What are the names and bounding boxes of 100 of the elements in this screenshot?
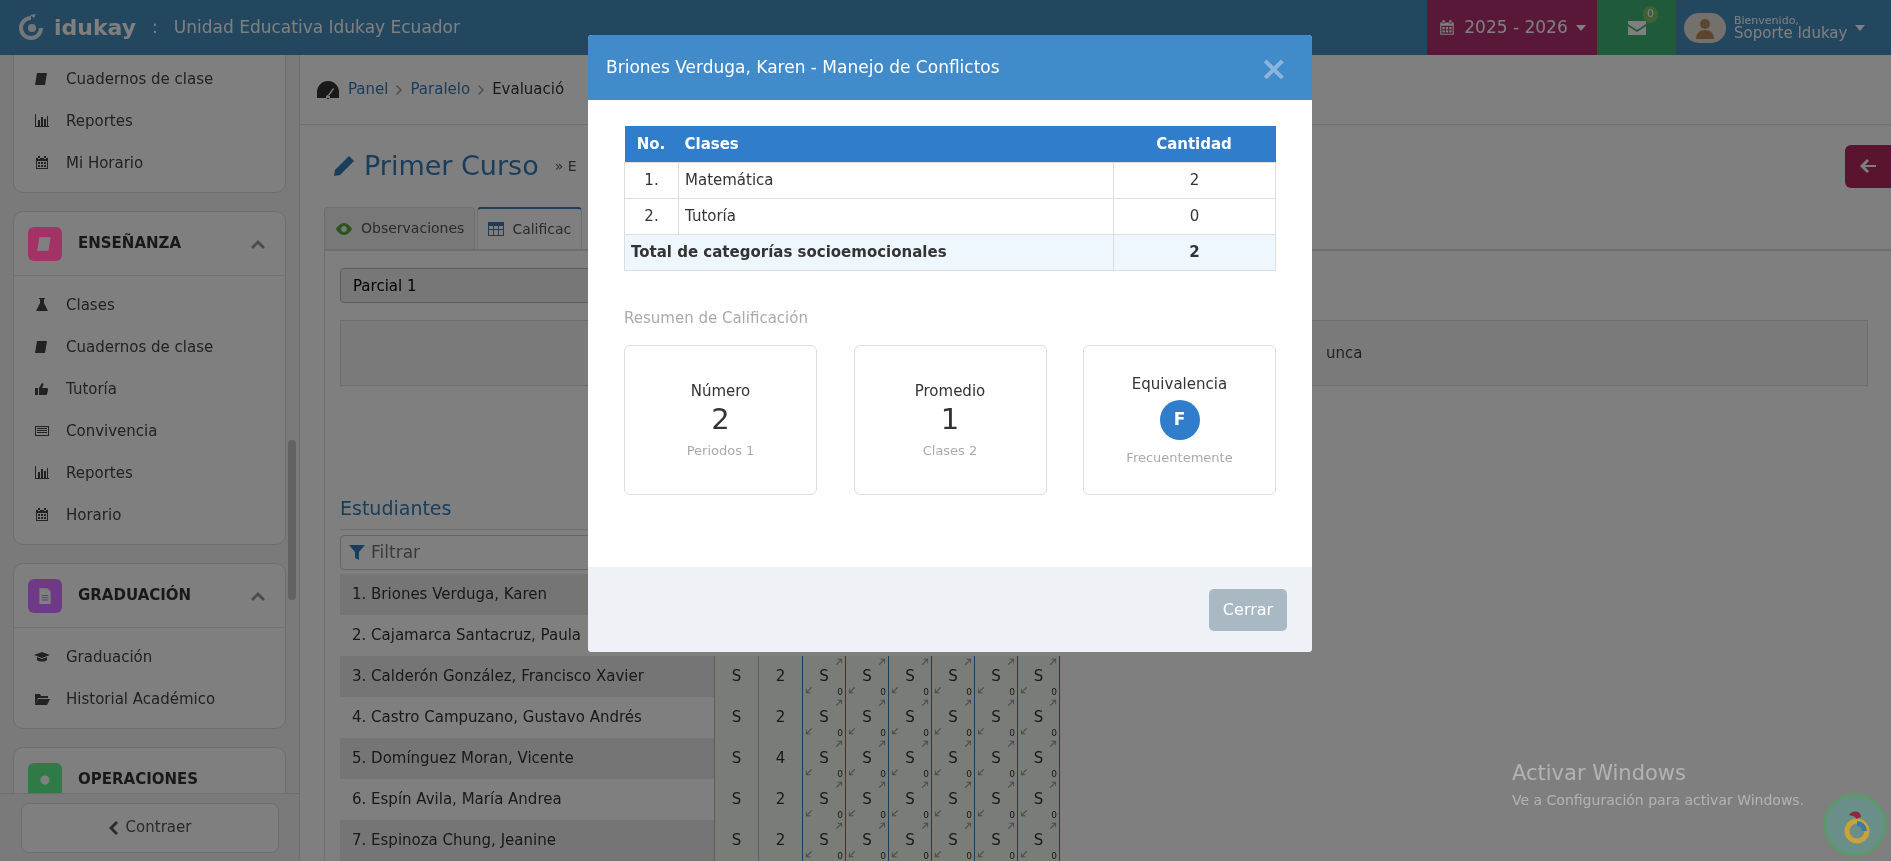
year-selector[interactable]: 2025 - 2026 (1427, 0, 1597, 55)
grade-count: 0 (1051, 810, 1058, 820)
grade-count: 0 (966, 728, 973, 738)
collapse-button[interactable]: Contraer (20, 802, 279, 853)
arrow-up-right-icon (1048, 656, 1057, 666)
arrow-up-right-icon (963, 779, 972, 789)
student-name[interactable]: 6. Espín Avila, María Andrea (340, 778, 714, 820)
student-name[interactable]: 4. Castro Campuzano, Gustavo Andrés (340, 696, 714, 738)
breadcrumb-link[interactable]: Panel (348, 78, 389, 101)
arrow-up-right-icon (920, 738, 929, 748)
sidebar-item[interactable]: Reportes (14, 100, 285, 142)
card-value: 1 (940, 402, 960, 437)
sidebar-item[interactable]: Graduación (14, 636, 285, 678)
sidebar-item[interactable]: Convivencia (14, 410, 285, 452)
grade-count: 0 (1009, 728, 1016, 738)
arrow-up-right-icon (963, 697, 972, 707)
grade-count: 0 (1009, 851, 1016, 861)
tab[interactable]: Observaciones (324, 207, 476, 249)
pencil-icon (332, 154, 356, 178)
arrow-up-right-icon (834, 656, 843, 666)
card-caption: Periodos 1 (686, 441, 755, 460)
grade-value: S (948, 709, 958, 725)
arrow-left-icon (1860, 159, 1876, 173)
grade-value: S (991, 668, 1001, 684)
card-caption: Frecuentemente (1126, 448, 1233, 467)
chevron-left-icon (107, 820, 118, 835)
page-title: Primer Curso (364, 148, 539, 183)
arrow-down-left-icon (934, 726, 943, 736)
bar-chart-icon (34, 465, 50, 481)
grade-count: 0 (966, 687, 973, 697)
grade-count: 0 (837, 851, 844, 861)
table-cell: 2 (758, 655, 802, 697)
section-title[interactable]: OPERACIONES (78, 768, 265, 791)
sidebar-item[interactable]: Reportes (14, 452, 285, 494)
arrow-up-right-icon (1006, 697, 1015, 707)
grade-count: 0 (880, 728, 887, 738)
arrow-up-right-icon (1006, 738, 1015, 748)
sidebar-item[interactable]: Clases (14, 284, 285, 326)
table-cell: S (714, 655, 758, 697)
breadcrumb-link[interactable]: Paralelo (410, 78, 471, 101)
arrow-down-left-icon (977, 685, 986, 695)
student-name[interactable]: 7. Espinoza Chung, Jeanine (340, 819, 714, 861)
grade-count: 0 (837, 728, 844, 738)
sidebar-item[interactable]: Historial Académico (14, 678, 285, 720)
student-name[interactable]: 5. Domínguez Moran, Vicente (340, 737, 714, 779)
chevron-right-icon (396, 84, 403, 95)
sidebar-item[interactable]: Cuadernos de clase (14, 58, 285, 100)
grade-count: 0 (837, 687, 844, 697)
arrow-up-right-icon (1048, 738, 1057, 748)
arrow-down-left-icon (891, 685, 900, 695)
chat-widget-icon[interactable] (1823, 793, 1887, 857)
arrow-down-left-icon (934, 767, 943, 777)
table-cell: 2 (758, 819, 802, 861)
grade-value: S (1033, 709, 1044, 725)
card-value: 2 (711, 402, 730, 437)
arrow-up-right-icon (877, 779, 886, 789)
arrow-up-right-icon (920, 779, 929, 789)
grade-count: 0 (923, 687, 930, 697)
caret-icon (1575, 23, 1586, 32)
table-cell: 2 (758, 696, 802, 738)
logo-icon (16, 12, 46, 43)
user-name[interactable]: Soporte Idukay (1734, 25, 1848, 41)
caret-icon (1855, 23, 1866, 32)
grade-value: S (948, 791, 958, 807)
student-name[interactable]: 3. Calderón González, Francisco Xavier (340, 655, 714, 697)
grade-value: S (905, 709, 915, 725)
table-cell: 1. (624, 162, 679, 198)
arrow-down-left-icon (805, 685, 814, 695)
arrow-down-left-icon (805, 767, 814, 777)
scrollbar-thumb[interactable] (288, 440, 296, 600)
calendar-icon (34, 155, 50, 171)
section-title[interactable]: ENSEÑANZA (78, 232, 235, 255)
arrow-up-right-icon (1048, 779, 1057, 789)
card-title: Promedio (914, 380, 986, 402)
sidebar-item[interactable]: Mi Horario (14, 142, 285, 184)
mail-icon (1626, 19, 1647, 36)
table-cell: S (714, 737, 758, 779)
message-count: 0 (1643, 6, 1658, 23)
section-title[interactable]: GRADUACIÓN (78, 584, 235, 607)
arrow-down-left-icon (1020, 849, 1029, 859)
grade-value: S (862, 791, 872, 807)
grade-count: 0 (1051, 687, 1058, 697)
arrow-up-right-icon (877, 820, 886, 830)
grade-value: S (862, 709, 872, 725)
grade-count: 0 (966, 769, 973, 779)
back-button[interactable] (1845, 144, 1891, 188)
card-caption: Clases 2 (922, 441, 978, 460)
arrow-up-right-icon (963, 738, 972, 748)
table-cell: Matemática (678, 162, 1114, 198)
grade-value: S (1033, 750, 1044, 766)
tab[interactable]: Calificac (477, 207, 583, 249)
sidebar-item[interactable]: Tutoría (14, 368, 285, 410)
arrow-down-left-icon (934, 849, 943, 859)
sidebar-item[interactable]: Cuadernos de clase (14, 326, 285, 368)
sidebar-item[interactable]: Horario (14, 494, 285, 536)
arrow-down-left-icon (1020, 685, 1029, 695)
grade-count: 0 (837, 810, 844, 820)
grade-count: 0 (923, 810, 930, 820)
grade-badge: F (1159, 399, 1200, 440)
grade-value: S (991, 709, 1001, 725)
